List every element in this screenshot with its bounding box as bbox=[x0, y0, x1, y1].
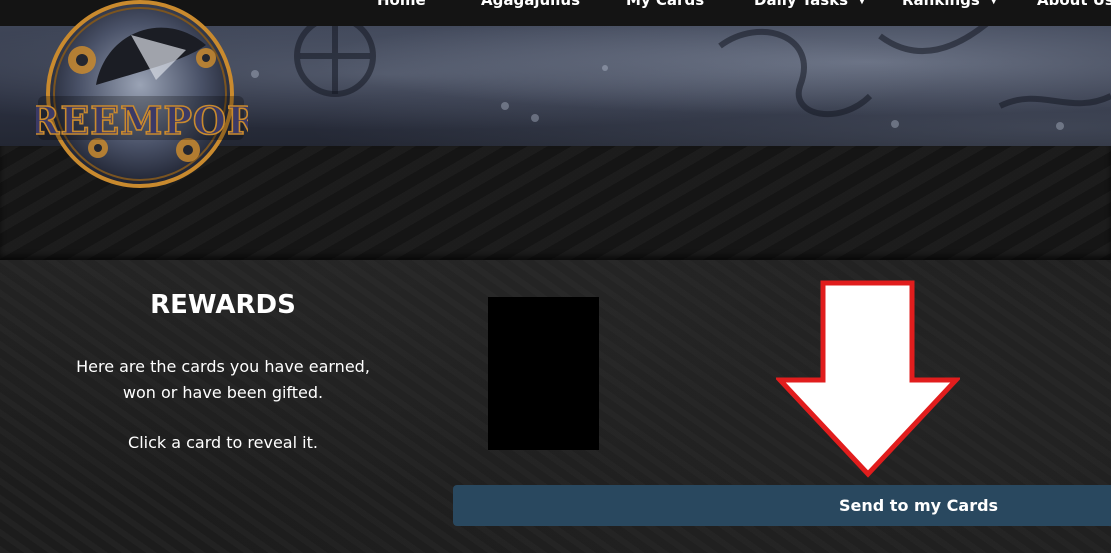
nav-agagajulius[interactable]: Agagajulius bbox=[481, 0, 580, 9]
rewards-instruction: Click a card to reveal it. bbox=[128, 433, 318, 452]
rewards-title: REWARDS bbox=[150, 290, 296, 320]
dreemport-logo[interactable]: DREEMPORT bbox=[0, 0, 288, 190]
rewards-description-line: won or have been gifted. bbox=[122, 383, 324, 402]
nav-rankings-label: Rankings bbox=[902, 0, 980, 9]
nav-home[interactable]: Home bbox=[377, 0, 426, 9]
nav-about-us[interactable]: About Us bbox=[1037, 0, 1111, 9]
chevron-down-icon: ▼ bbox=[989, 0, 998, 6]
reward-card[interactable] bbox=[488, 297, 599, 450]
rewards-description: Here are the cards you have earned, won … bbox=[0, 354, 446, 406]
nav-my-cards[interactable]: My Cards bbox=[626, 0, 704, 9]
nav-daily-tasks-label: Daily Tasks bbox=[754, 0, 849, 9]
logo-wordmark: DREEMPORT bbox=[36, 98, 248, 143]
nav-daily-tasks[interactable]: Daily Tasks ▼ bbox=[754, 0, 866, 9]
rewards-description-line: Here are the cards you have earned, bbox=[76, 357, 370, 376]
nav-rankings[interactable]: Rankings ▼ bbox=[902, 0, 998, 9]
down-arrow-icon bbox=[776, 280, 960, 478]
chevron-down-icon: ▼ bbox=[858, 0, 866, 6]
send-to-my-cards-button[interactable]: Send to my Cards bbox=[453, 485, 1111, 526]
